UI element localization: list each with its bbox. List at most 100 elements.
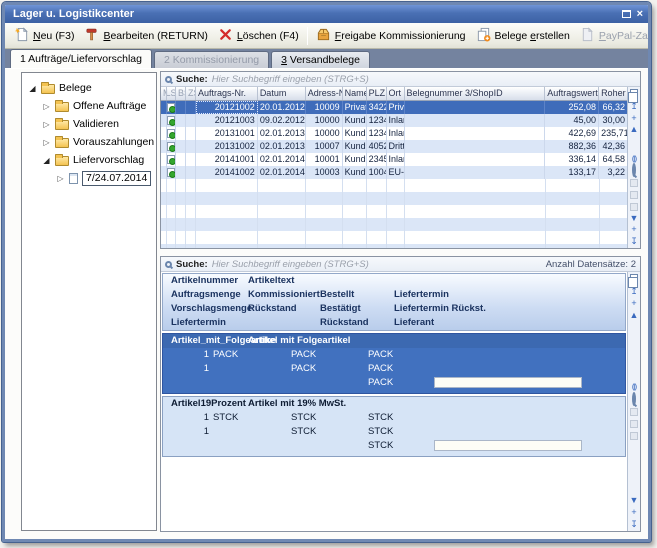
lieferant-field[interactable]	[434, 377, 582, 388]
order-row[interactable]: 20131001 02.01.2013 10000 Kunde 1234 Inl…	[161, 127, 627, 140]
collapsed-arrow-icon[interactable]: ▷	[42, 120, 51, 129]
lieferant-field[interactable]	[434, 440, 582, 451]
record-count-label: Anzahl Datensätze: 2	[546, 259, 636, 270]
delivery-note-icon	[167, 103, 175, 112]
add-row-icon[interactable]: +	[631, 113, 636, 125]
cell-rohertrag: 42,36	[599, 140, 627, 153]
edit-button[interactable]: Bearbeiten (RETURN)	[79, 25, 212, 47]
bestellt-value: STCK	[368, 411, 393, 425]
mail-icon[interactable]	[630, 408, 638, 416]
tree-item-vorauszahlungen[interactable]: ▷ Vorauszahlungen	[22, 133, 156, 151]
expanded-arrow-icon[interactable]: ◢	[42, 156, 51, 165]
tree-item-offene-auftraege[interactable]: ▷ Offene Aufträge	[22, 97, 156, 115]
tab-versandbelege[interactable]: 3 Versandbelege	[271, 51, 370, 68]
grid-search-icon[interactable]	[632, 163, 636, 177]
column-header-bs[interactable]: BS	[176, 87, 186, 100]
add-row-icon[interactable]: +	[631, 224, 636, 236]
orders-search-bar[interactable]: Suche: Hier Suchbegriff eingeben (STRG+S…	[161, 72, 640, 87]
label-vorschlagsmenge: Vorschlagsmenge	[171, 302, 252, 316]
cell-plz: 1234	[367, 127, 387, 140]
filter-icon[interactable]	[630, 420, 638, 428]
cell-adressnr: 10001	[306, 153, 343, 166]
auftragsmenge-value: 1	[171, 348, 209, 362]
positions-search-input[interactable]: Hier Suchbegriff eingeben (STRG+S)	[212, 259, 369, 270]
filter-icon[interactable]	[630, 191, 638, 199]
order-row[interactable]: 20141001 02.01.2014 10001 Kunde 2345 Inl…	[161, 153, 627, 166]
cell-ort: Priva	[387, 101, 405, 114]
orders-grid-side-toolbar: ↥ + ▲ (||) ▼ + ↧	[627, 87, 640, 248]
layout-icon[interactable]	[630, 203, 638, 211]
scroll-down-icon[interactable]: ▼	[630, 495, 639, 507]
create-documents-button[interactable]: Belege erstellen	[471, 25, 575, 47]
order-row-selected[interactable]: 20121002 20.01.2012 10009 Privat K 3422 …	[161, 101, 627, 114]
label-bestaetigt: Bestätigt	[320, 302, 361, 316]
layout-icon[interactable]	[630, 432, 638, 440]
release-picking-button[interactable]: Freigabe Kommissionierung	[311, 25, 471, 47]
close-icon[interactable]: ×	[637, 5, 643, 23]
orders-search-input[interactable]: Hier Suchbegriff eingeben (STRG+S)	[212, 74, 369, 85]
document-icon	[69, 173, 78, 184]
scroll-up-icon[interactable]: ▲	[630, 124, 639, 136]
tree-item-liefervorschlag[interactable]: ◢ Liefervorschlag	[22, 151, 156, 169]
expanded-arrow-icon[interactable]: ◢	[28, 84, 37, 93]
paypal-request-button[interactable]: PayPal-Zahlung anfordern	[575, 25, 651, 47]
create-documents-icon	[476, 27, 491, 45]
tree-item-validieren[interactable]: ▷ Validieren	[22, 115, 156, 133]
collapsed-arrow-icon[interactable]: ▷	[56, 174, 65, 183]
cell-adressnr: 10000	[306, 114, 343, 127]
column-header-name[interactable]: Name	[343, 87, 367, 100]
vorschlagsmenge-value: 1	[171, 362, 209, 376]
scroll-up-icon[interactable]: ▲	[630, 310, 639, 322]
scroll-last-icon[interactable]: ↧	[630, 236, 638, 248]
add-row-icon[interactable]: +	[631, 298, 636, 310]
position-record-selected[interactable]: Artikel_mit_Folgeartike Artikel mit Folg…	[162, 333, 626, 394]
titlebar[interactable]: Lager u. Logistikcenter ×	[5, 5, 648, 23]
cell-ort: Inlan	[387, 153, 405, 166]
copy-icon[interactable]	[630, 274, 638, 283]
tree-item-belege[interactable]: ◢ Belege	[22, 79, 156, 97]
restore-icon[interactable]	[622, 10, 631, 18]
collapsed-arrow-icon[interactable]: ▷	[42, 138, 51, 147]
column-header-belegnummer[interactable]: Belegnummer 3/ShopID	[405, 87, 546, 100]
bestaetigt-value: PACK	[368, 362, 393, 376]
cell-ort: Inlan	[387, 114, 405, 127]
paypal-document-icon	[580, 27, 595, 45]
scroll-down-icon[interactable]: ▼	[630, 213, 639, 225]
order-row[interactable]: 20121003 09.02.2012 10000 Kunde 1234 Inl…	[161, 114, 627, 127]
delete-button[interactable]: Löschen (F4)	[213, 25, 304, 47]
rueckstand-value: PACK	[291, 362, 316, 376]
cell-rohertrag: 3,22	[599, 166, 627, 179]
copy-icon[interactable]	[630, 89, 638, 98]
collapsed-arrow-icon[interactable]: ▷	[42, 102, 51, 111]
column-header-datum[interactable]: Datum	[258, 87, 306, 100]
cell-rohertrag: 66,32	[599, 101, 627, 114]
tab-kommissionierung[interactable]: 2 Kommissionierung	[154, 51, 269, 68]
position-record[interactable]: Artikel19Prozent Artikel mit 19% MwSt. 1…	[162, 396, 626, 457]
cell-ort: Inlan	[387, 127, 405, 140]
grid-search-icon[interactable]	[632, 392, 636, 406]
column-header-adressnr[interactable]: Adress-Nr.	[306, 87, 343, 100]
empty-row	[161, 192, 627, 205]
cell-auftragswert: 133,17	[545, 166, 599, 179]
column-header-ls[interactable]: LS	[167, 87, 176, 100]
column-header-auftragswert[interactable]: Auftragswert €	[545, 87, 599, 100]
label-artikelnummer: Artikelnummer	[171, 274, 238, 288]
column-header-auftragsnr[interactable]: Auftrags-Nr.	[196, 87, 258, 100]
mail-icon[interactable]	[630, 179, 638, 187]
new-button[interactable]: Neu (F3)	[9, 25, 79, 47]
column-header-rohertrag[interactable]: Roher	[599, 87, 627, 100]
tab-auftraege-liefervorschlag[interactable]: 1 Aufträge/Liefervorschlag	[10, 49, 152, 68]
column-header-zs[interactable]: ZS	[186, 87, 196, 100]
column-header-plz[interactable]: PLZ	[367, 87, 387, 100]
add-row-icon[interactable]: +	[631, 507, 636, 519]
order-row[interactable]: 20131002 02.01.2013 10007 Kunde 4052 Dri…	[161, 140, 627, 153]
label-lieferant: Lieferant	[394, 316, 434, 330]
rueckstand-value: STCK	[291, 425, 316, 439]
kommissioniert-value: STCK	[291, 411, 316, 425]
tree-item-date-leaf[interactable]: ▷ 7/24.07.2014	[22, 169, 156, 187]
order-row[interactable]: 20141002 02.01.2014 10003 Kunde 1004 EU-…	[161, 166, 627, 179]
positions-search-bar[interactable]: Suche: Hier Suchbegriff eingeben (STRG+S…	[161, 257, 640, 272]
scroll-last-icon[interactable]: ↧	[630, 519, 638, 531]
column-header-ort[interactable]: Ort	[387, 87, 405, 100]
bestellt-value: PACK	[368, 348, 393, 362]
